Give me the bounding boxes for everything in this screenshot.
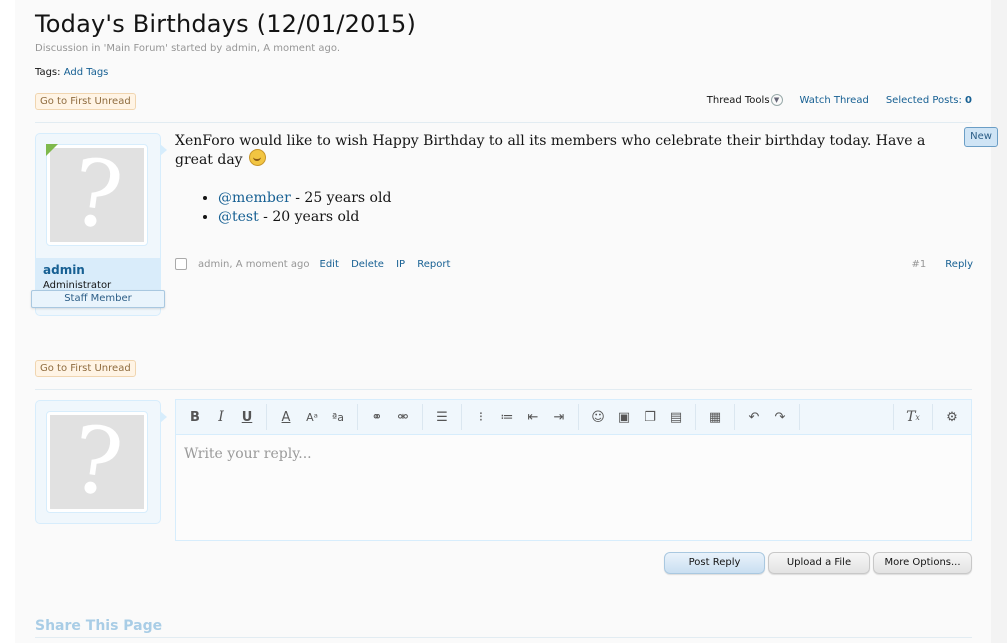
undo-icon[interactable]: ↶: [741, 405, 767, 429]
underline-icon[interactable]: U: [234, 405, 260, 429]
birthday-age: - 25 years old: [290, 190, 392, 206]
toolbar-group: ⚭ ⚮: [358, 404, 423, 430]
mention-link[interactable]: @member: [218, 190, 291, 206]
report-link[interactable]: Report: [417, 259, 450, 270]
divider: [35, 637, 972, 638]
list-item: @test - 20 years old: [218, 209, 391, 225]
edit-link[interactable]: Edit: [320, 259, 339, 270]
avatar[interactable]: ?: [46, 144, 148, 246]
thread-meta: Discussion in 'Main Forum' started by ad…: [35, 43, 340, 54]
ip-link[interactable]: IP: [396, 259, 405, 270]
media-icon[interactable]: ❐: [637, 405, 663, 429]
post-actions: Edit Delete IP Report: [320, 259, 460, 270]
birthday-list: @member - 25 years old @test - 20 years …: [202, 190, 391, 228]
font-family-icon[interactable]: ªa: [325, 405, 351, 429]
bullet-list-icon[interactable]: ⁝: [468, 405, 494, 429]
go-first-unread-button-top[interactable]: Go to First Unread: [35, 93, 136, 110]
tags-label: Tags:: [35, 67, 61, 78]
list-item: @member - 25 years old: [218, 190, 391, 206]
selected-posts[interactable]: Selected Posts: 0: [886, 95, 972, 106]
mention-link[interactable]: @test: [218, 209, 259, 225]
selected-posts-label: Selected Posts:: [885, 94, 962, 106]
birthday-age: - 20 years old: [258, 209, 360, 225]
post-user-panel: ? admin Administrator Staff Member: [31, 133, 167, 316]
image-icon[interactable]: ▣: [611, 405, 637, 429]
thread-tools-menu[interactable]: Thread Tools ▼: [707, 94, 783, 106]
avatar[interactable]: ?: [46, 411, 148, 513]
username-link[interactable]: admin: [43, 263, 85, 277]
post-meta-bar: admin, A moment ago Edit Delete IP Repor…: [175, 258, 973, 270]
indent-icon[interactable]: ⇥: [546, 405, 572, 429]
remove-format-icon[interactable]: Tx: [900, 405, 926, 429]
go-first-unread-button-bottom[interactable]: Go to First Unread: [35, 360, 136, 377]
post-message-text: XenForo would like to wish Happy Birthda…: [175, 133, 926, 168]
share-page-heading: Share This Page: [35, 618, 163, 634]
more-options-button[interactable]: More Options...: [873, 552, 972, 574]
selected-posts-count: 0: [965, 94, 972, 106]
toolbar-group: A Aᵃ ªa: [267, 404, 358, 430]
reply-user-panel: ?: [35, 400, 167, 524]
smilie-icon[interactable]: ☺: [585, 405, 611, 429]
link-icon[interactable]: ⚭: [364, 405, 390, 429]
toolbar-group: ▦: [696, 404, 735, 430]
bold-icon[interactable]: B: [182, 405, 208, 429]
thread-tools-bar: Thread Tools ▼ Watch Thread Selected Post…: [707, 94, 972, 106]
save-draft-icon[interactable]: ▦: [702, 405, 728, 429]
reply-link[interactable]: Reply: [945, 259, 973, 270]
delete-link[interactable]: Delete: [351, 259, 384, 270]
post-number-link[interactable]: #1: [912, 259, 927, 270]
font-size-icon[interactable]: Aᵃ: [299, 405, 325, 429]
online-status-icon: [46, 144, 58, 156]
toolbar-group: ☰: [423, 404, 462, 430]
post-author-time: admin, A moment ago: [198, 258, 310, 270]
insert-icon[interactable]: ▤: [663, 405, 689, 429]
add-tags-link[interactable]: Add Tags: [64, 67, 109, 78]
divider: [35, 389, 972, 390]
reply-placeholder: Write your reply...: [184, 446, 312, 462]
reply-editor[interactable]: B I U A Aᵃ ªa ⚭ ⚮ ☰ ⁝ ≔ ⇤ ⇥ ☺ ▣ ❐ ▤ ▦ ↶ …: [175, 399, 972, 541]
numbered-list-icon[interactable]: ≔: [494, 405, 520, 429]
editor-toolbar: B I U A Aᵃ ªa ⚭ ⚮ ☰ ⁝ ≔ ⇤ ⇥ ☺ ▣ ❐ ▤ ▦ ↶ …: [176, 400, 971, 435]
new-post-badge: New: [964, 127, 998, 147]
toolbar-group: ⚙: [933, 404, 971, 430]
default-avatar-icon: ?: [50, 148, 144, 242]
outdent-icon[interactable]: ⇤: [520, 405, 546, 429]
panel-arrow-icon: [160, 411, 167, 423]
watch-thread-link[interactable]: Watch Thread: [800, 95, 869, 106]
smile-emoji-icon: [249, 149, 267, 166]
tags-row: Tags: Add Tags: [35, 67, 108, 78]
toolbar-group: Tx: [893, 404, 933, 430]
default-avatar-icon: ?: [50, 415, 144, 509]
redo-icon[interactable]: ↷: [767, 405, 793, 429]
page-title: Today's Birthdays (12/01/2015): [35, 10, 417, 38]
unlink-icon[interactable]: ⚮: [390, 405, 416, 429]
post-message: XenForo would like to wish Happy Birthda…: [175, 133, 955, 168]
post-reply-button[interactable]: Post Reply: [664, 552, 765, 574]
scrollbar[interactable]: [991, 0, 1007, 643]
select-post-checkbox[interactable]: [175, 258, 187, 270]
post-meta-right: #1 Reply: [912, 259, 973, 270]
italic-icon[interactable]: I: [208, 405, 234, 429]
panel-arrow-icon: [160, 144, 167, 156]
divider: [35, 122, 972, 123]
align-icon[interactable]: ☰: [429, 405, 455, 429]
staff-member-banner: Staff Member: [31, 290, 165, 308]
chevron-down-icon: ▼: [770, 94, 783, 106]
thread-tools-label: Thread Tools: [706, 95, 770, 106]
toolbar-group: ↶ ↷: [735, 404, 800, 430]
toolbar-group: ☺ ▣ ❐ ▤: [579, 404, 696, 430]
toolbar-group: B I U: [176, 404, 267, 430]
upload-file-button[interactable]: Upload a File: [768, 552, 870, 574]
toggle-bbcode-icon[interactable]: ⚙: [939, 405, 965, 429]
font-color-icon[interactable]: A: [273, 405, 299, 429]
toolbar-group: ⁝ ≔ ⇤ ⇥: [462, 404, 579, 430]
